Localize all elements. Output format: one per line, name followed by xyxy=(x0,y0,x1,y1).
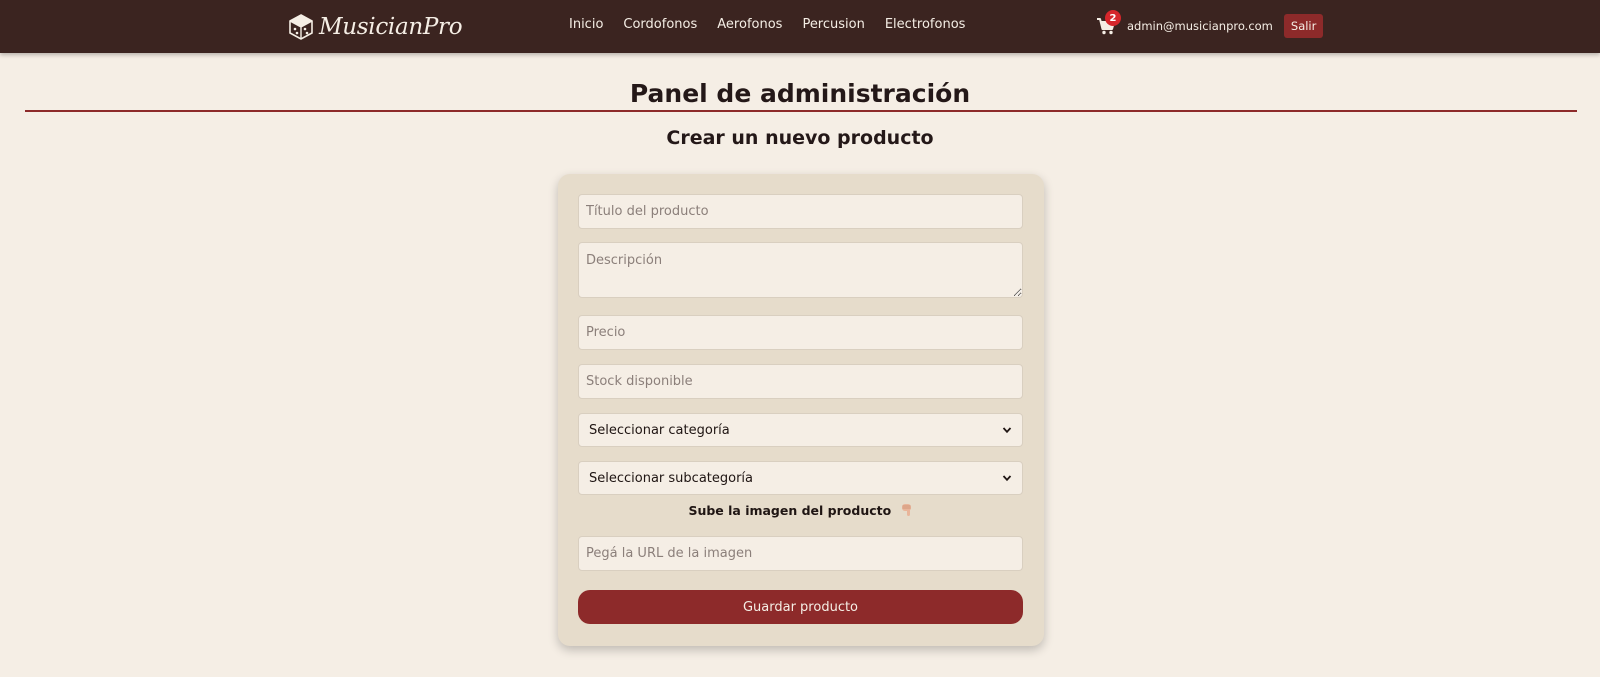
upload-image-label-text: Sube la imagen del producto xyxy=(688,503,892,518)
subcategory-select[interactable]: Seleccionar subcategoría xyxy=(578,461,1023,495)
pointing-down-hand-icon xyxy=(901,504,911,516)
nav-link-aerofonos[interactable]: Aerofonos xyxy=(717,17,782,32)
cart-count-badge: 2 xyxy=(1105,10,1121,26)
nav-link-inicio[interactable]: Inicio xyxy=(569,17,603,32)
user-area: 2 admin@musicianpro.com Salir xyxy=(1096,10,1324,41)
chevron-down-icon xyxy=(1002,427,1012,434)
product-price-input[interactable] xyxy=(578,315,1023,350)
navbar: MusicianPro Inicio Cordofonos Aerofonos … xyxy=(0,0,1600,53)
nav-link-percusion[interactable]: Percusion xyxy=(802,17,864,32)
main-nav: Inicio Cordofonos Aerofonos Percusion El… xyxy=(569,17,965,32)
brand-name: MusicianPro xyxy=(319,14,463,40)
page-title: Panel de administración xyxy=(629,79,971,108)
category-select[interactable]: Seleccionar categoría xyxy=(578,413,1023,447)
product-title-input[interactable] xyxy=(578,194,1023,229)
image-url-input[interactable] xyxy=(578,536,1023,571)
product-stock-input[interactable] xyxy=(578,364,1023,399)
upload-image-label: Sube la imagen del producto xyxy=(558,503,1044,518)
create-product-form: Seleccionar categoría Seleccionar subcat… xyxy=(558,174,1044,646)
logout-button[interactable]: Salir xyxy=(1283,14,1324,38)
chevron-down-icon xyxy=(1002,475,1012,482)
cart-button[interactable]: 2 xyxy=(1096,10,1121,36)
nav-link-cordofonos[interactable]: Cordofonos xyxy=(623,17,697,32)
brand-link[interactable]: MusicianPro xyxy=(289,13,463,41)
title-divider xyxy=(25,110,1577,112)
category-select-value: Seleccionar categoría xyxy=(589,422,730,438)
product-description-textarea[interactable] xyxy=(578,242,1023,298)
nav-link-electrofonos[interactable]: Electrofonos xyxy=(885,17,966,32)
subcategory-select-value: Seleccionar subcategoría xyxy=(589,470,754,486)
save-product-button[interactable]: Guardar producto xyxy=(578,590,1023,624)
section-title: Crear un nuevo producto xyxy=(666,127,934,149)
user-email: admin@musicianpro.com xyxy=(1127,19,1273,33)
dice-cube-icon xyxy=(289,14,313,40)
